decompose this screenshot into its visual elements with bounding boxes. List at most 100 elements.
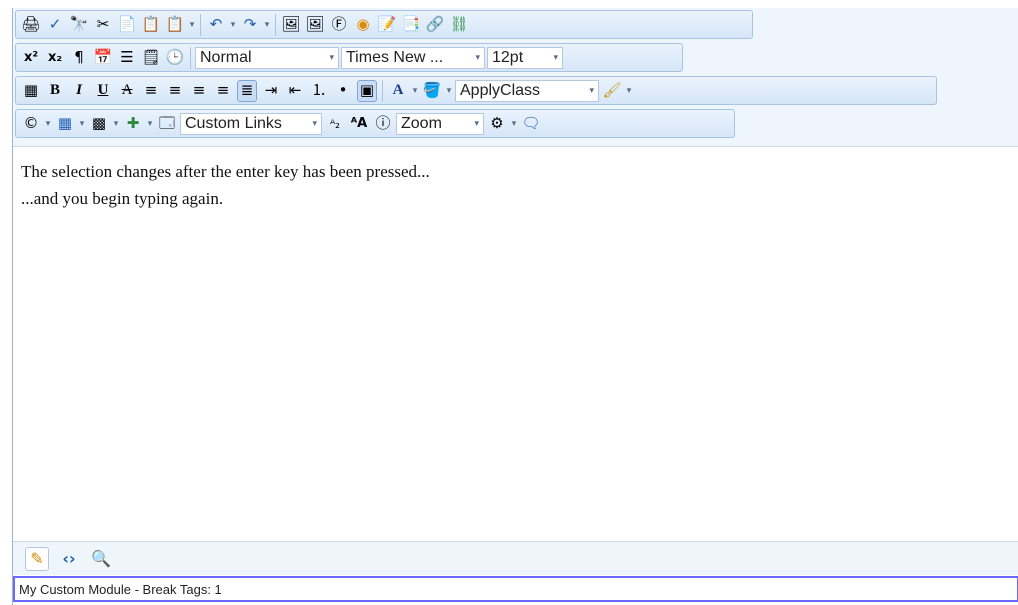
- bulleted-list-icon[interactable]: •: [333, 80, 353, 102]
- format-block-value: Normal: [200, 48, 252, 66]
- numbered-list-icon[interactable]: ⒈: [309, 80, 329, 102]
- insert-form-icon[interactable]: 🗔: [157, 113, 177, 135]
- redo-dropdown-arrow[interactable]: ▾: [262, 20, 272, 30]
- template-manager-icon[interactable]: 📝: [377, 14, 397, 36]
- font-color-icon[interactable]: A: [388, 80, 408, 102]
- custom-links-dropdown[interactable]: Custom Links ▾: [180, 112, 322, 135]
- cut-icon[interactable]: ✂: [93, 14, 113, 36]
- outdent-icon[interactable]: ⇤: [285, 80, 305, 102]
- italic-icon[interactable]: I: [69, 80, 89, 102]
- status-text: My Custom Module - Break Tags: 1: [19, 581, 222, 597]
- indent-icon[interactable]: ⇥: [261, 80, 281, 102]
- insert-snippet-icon[interactable]: 🗒: [141, 47, 161, 69]
- paste-options-dropdown-arrow[interactable]: ▾: [187, 20, 197, 30]
- insert-symbol-dropdown-arrow[interactable]: ▾: [43, 119, 53, 129]
- insert-date-icon[interactable]: 📅: [93, 47, 113, 69]
- insert-custom-dropdown-arrow[interactable]: ▾: [145, 119, 155, 129]
- justify-icon[interactable]: ≡: [213, 80, 233, 102]
- superscript-icon[interactable]: x²: [21, 47, 41, 69]
- align-left-icon[interactable]: ≡: [141, 80, 161, 102]
- content-line: ...and you begin typing again.: [21, 189, 224, 208]
- remove-alignment-icon[interactable]: ≣: [237, 79, 257, 102]
- toolbar-separator: [190, 46, 191, 69]
- undo-dropdown-arrow[interactable]: ▾: [228, 20, 238, 30]
- hyperlink-manager-icon[interactable]: 🔗: [425, 14, 445, 36]
- bold-icon[interactable]: B: [45, 80, 65, 102]
- font-size-dropdown[interactable]: 12pt ▾: [487, 46, 563, 69]
- format-block-dropdown[interactable]: Normal ▾: [195, 46, 339, 69]
- chevron-down-icon: ▾: [475, 51, 480, 62]
- toolbar-row-3: ▦ B I U A ≡ ≡ ≡ ≡ ≣ ⇥ ⇤ ⒈ • ▣ A ▾ 🪣 ▾ Ap…: [15, 76, 937, 105]
- toolbar-separator: [275, 13, 276, 36]
- chevron-down-icon: ▾: [589, 84, 594, 95]
- chevron-down-icon: ▾: [312, 117, 317, 128]
- insert-time-icon[interactable]: 🕒: [165, 47, 185, 69]
- spellcheck-icon[interactable]: ✓: [45, 14, 65, 36]
- chevron-down-icon: ▾: [474, 117, 479, 128]
- insert-list-icon[interactable]: ☰: [117, 47, 137, 69]
- document-manager-icon[interactable]: 📑: [401, 14, 421, 36]
- apply-class-dropdown[interactable]: ApplyClass ▾: [455, 79, 599, 102]
- toolbar-row-4: © ▾ ▦ ▾ ▩ ▾ ✚ ▾ 🗔 Custom Links ▾ ᴬ₂ ᴬA ⓘ…: [15, 109, 735, 138]
- redo-icon[interactable]: ↷: [240, 14, 260, 36]
- table-wizard-dropdown-arrow[interactable]: ▾: [111, 119, 121, 129]
- editor-content-area[interactable]: The selection changes after the enter ke…: [13, 148, 1018, 540]
- toggle-table-border-icon[interactable]: ▣: [357, 79, 377, 102]
- font-color-dropdown-arrow[interactable]: ▾: [410, 86, 420, 96]
- decrease-size-icon[interactable]: ᴬ₂: [325, 113, 345, 135]
- toggle-docking-icon[interactable]: 🗨: [521, 113, 541, 135]
- toolbar-separator: [200, 13, 201, 36]
- table-wizard-icon[interactable]: ▩: [89, 113, 109, 135]
- paste-options-icon[interactable]: 📋: [165, 14, 185, 36]
- status-bar: My Custom Module - Break Tags: 1: [13, 576, 1018, 602]
- paste-icon[interactable]: 📋: [141, 14, 161, 36]
- chevron-down-icon: ▾: [329, 51, 334, 62]
- zoom-dropdown[interactable]: Zoom ▾: [396, 112, 484, 135]
- content-line: The selection changes after the enter ke…: [21, 162, 430, 181]
- insert-symbol-icon[interactable]: ©: [21, 113, 41, 135]
- image-manager-icon[interactable]: 🖼: [281, 14, 301, 36]
- insert-custom-icon[interactable]: ✚: [123, 113, 143, 135]
- copy-icon[interactable]: 📄: [117, 14, 137, 36]
- media-manager-icon[interactable]: ◉: [353, 14, 373, 36]
- increase-size-icon[interactable]: ᴬA: [349, 113, 369, 135]
- mode-bar: ✎ ‹› 🔍: [13, 541, 1018, 575]
- background-color-icon[interactable]: 🪣: [422, 80, 442, 102]
- align-right-icon[interactable]: ≡: [189, 80, 209, 102]
- format-stripper-dropdown-arrow[interactable]: ▾: [624, 86, 634, 96]
- font-name-value: Times New ...: [346, 48, 444, 66]
- preview-mode-magnifier-icon[interactable]: 🔍: [89, 547, 113, 571]
- insert-table-dropdown-arrow[interactable]: ▾: [77, 119, 87, 129]
- underline-icon[interactable]: U: [93, 80, 113, 102]
- image-map-icon[interactable]: 🖼: [305, 14, 325, 36]
- subscript-icon[interactable]: x₂: [45, 47, 65, 69]
- strikethrough-icon[interactable]: A: [117, 80, 137, 102]
- align-center-icon[interactable]: ≡: [165, 80, 185, 102]
- remove-link-icon[interactable]: ⛓: [449, 14, 469, 36]
- chevron-down-icon: ▾: [553, 51, 558, 62]
- about-dialog-icon[interactable]: ⓘ: [373, 113, 393, 135]
- html-mode-code-icon[interactable]: ‹›: [57, 547, 81, 571]
- toolbar-row-1: 🖨 ✓ 🔭 ✂ 📄 📋 📋 ▾ ↶ ▾ ↷ ▾ 🖼 🖼 Ⓕ ◉ 📝 📑 🔗 ⛓: [15, 10, 753, 39]
- zoom-value: Zoom: [401, 114, 442, 132]
- find-replace-icon[interactable]: 🔭: [69, 14, 89, 36]
- undo-icon[interactable]: ↶: [206, 14, 226, 36]
- background-color-dropdown-arrow[interactable]: ▾: [444, 86, 454, 96]
- toolbar-area: 🖨 ✓ 🔭 ✂ 📄 📋 📋 ▾ ↶ ▾ ↷ ▾ 🖼 🖼 Ⓕ ◉ 📝 📑 🔗 ⛓: [13, 8, 1018, 147]
- rich-text-editor: 🖨 ✓ 🔭 ✂ 📄 📋 📋 ▾ ↶ ▾ ↷ ▾ 🖼 🖼 Ⓕ ◉ 📝 📑 🔗 ⛓: [12, 8, 1018, 605]
- insert-table-icon[interactable]: ▦: [55, 113, 75, 135]
- apply-class-value: ApplyClass: [460, 81, 541, 99]
- custom-links-value: Custom Links: [185, 114, 282, 132]
- module-manager-dropdown-arrow[interactable]: ▾: [509, 119, 519, 129]
- flash-manager-icon[interactable]: Ⓕ: [329, 14, 349, 36]
- toolbar-row-2: x² x₂ ¶ 📅 ☰ 🗒 🕒 Normal ▾ Times New ... ▾…: [15, 43, 683, 72]
- select-all-icon[interactable]: ▦: [21, 80, 41, 102]
- toolbar-separator: [382, 79, 383, 102]
- format-stripper-icon[interactable]: 🖌: [602, 80, 622, 102]
- print-icon[interactable]: 🖨: [21, 14, 41, 36]
- font-name-dropdown[interactable]: Times New ... ▾: [341, 46, 485, 69]
- paragraph-icon[interactable]: ¶: [69, 47, 89, 69]
- font-size-value: 12pt: [492, 48, 524, 66]
- design-mode-pencil-icon[interactable]: ✎: [25, 546, 49, 571]
- module-manager-icon[interactable]: ⚙: [487, 113, 507, 135]
